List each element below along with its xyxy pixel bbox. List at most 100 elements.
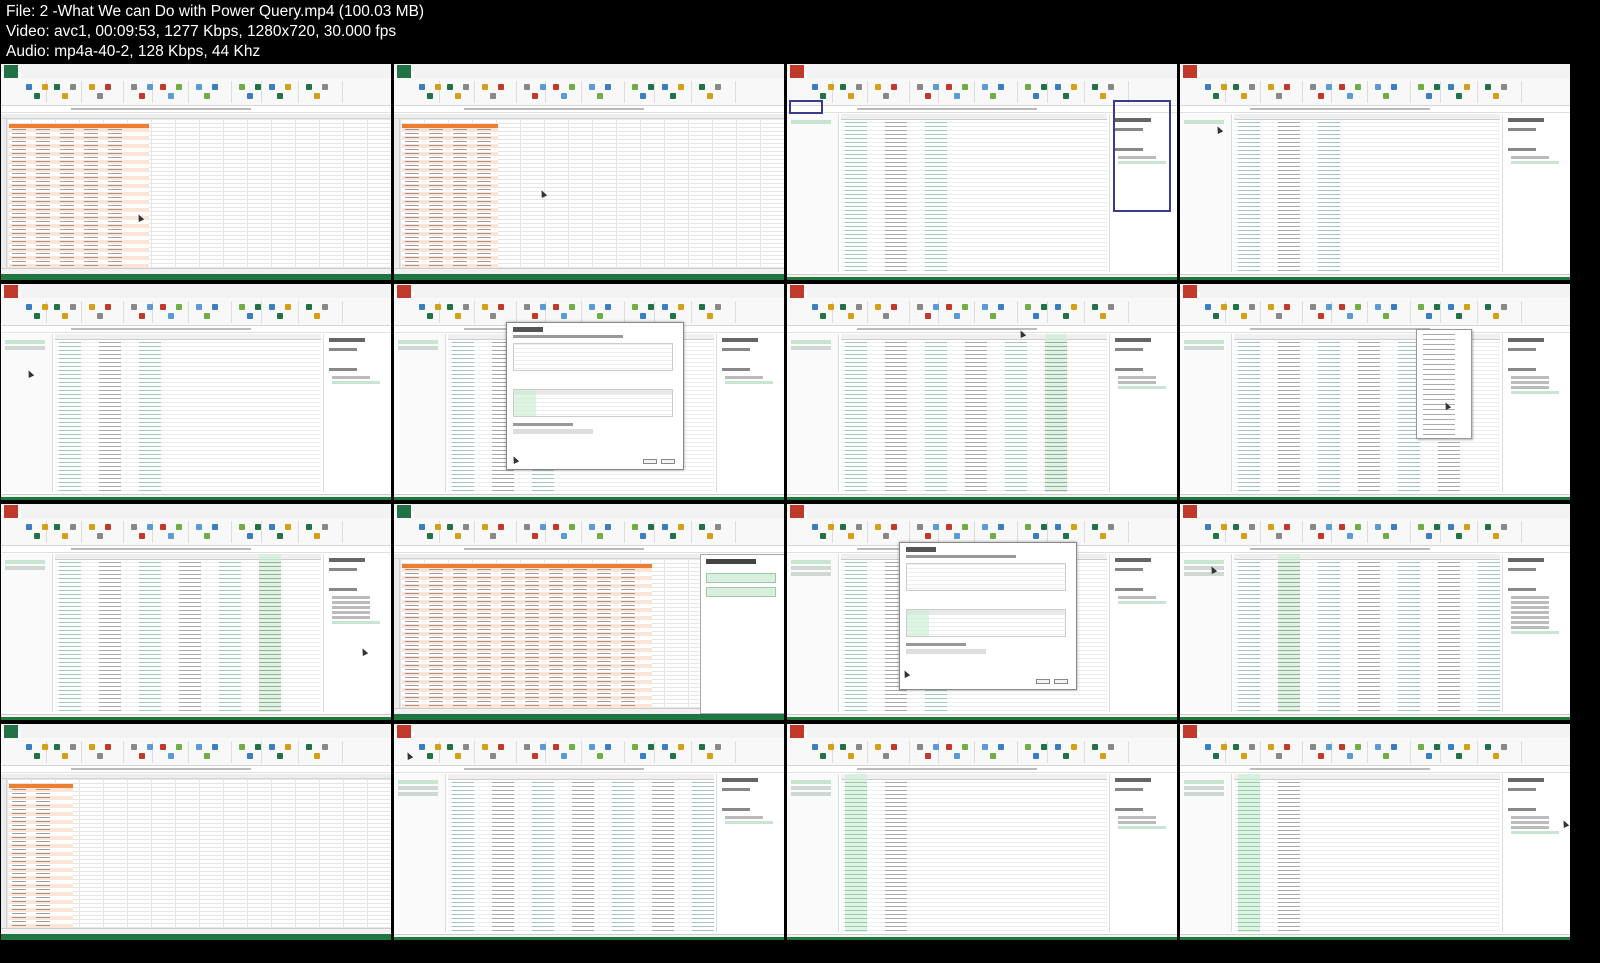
- ribbon-button-icon: [1418, 524, 1424, 530]
- excel-table: [402, 564, 652, 720]
- power-query-logo-icon: [1183, 285, 1197, 299]
- ribbon-group: [550, 81, 582, 103]
- ribbon: [1, 738, 391, 766]
- query-settings-title: [722, 778, 758, 782]
- ribbon-button-icon: [62, 753, 68, 759]
- ribbon-button-icon: [147, 304, 153, 310]
- ribbon-group: [659, 301, 692, 323]
- ribbon-button-icon: [1434, 744, 1440, 750]
- ribbon-group: [1202, 521, 1227, 543]
- query-settings-title: [1115, 558, 1151, 562]
- ribbon-button-icon: [820, 313, 826, 319]
- ribbon-group: [1482, 521, 1522, 543]
- ribbon-group: [128, 521, 153, 543]
- ribbon-group: [521, 741, 546, 763]
- data-column: [1238, 781, 1260, 932]
- ribbon-group: [1022, 521, 1048, 543]
- ribbon-group: [479, 301, 517, 323]
- ribbon-group: [1372, 301, 1411, 323]
- queries-pane: [787, 554, 839, 712]
- data-column: [1005, 341, 1027, 492]
- ribbon-button-icon: [632, 744, 638, 750]
- applied-step: [1511, 821, 1549, 824]
- ribbon-group: [1052, 81, 1085, 103]
- ribbon-button-icon: [447, 304, 453, 310]
- query-item: [398, 780, 438, 784]
- table-column-text: [12, 128, 26, 274]
- ribbon-group: [1307, 81, 1332, 103]
- ribbon-button-icon: [670, 533, 676, 539]
- ribbon-button-icon: [212, 84, 218, 90]
- ribbon-group: [1307, 741, 1332, 763]
- ribbon-button-icon: [648, 744, 654, 750]
- data-column: [452, 341, 474, 492]
- ribbon-button-icon: [1233, 524, 1239, 530]
- data-column: [1318, 341, 1340, 492]
- ribbon-button-icon: [933, 84, 939, 90]
- ribbon-button-icon: [26, 84, 32, 90]
- ribbon-button-icon: [1391, 524, 1397, 530]
- ribbon-group: [303, 301, 343, 323]
- ribbon-button-icon: [670, 313, 676, 319]
- ribbon-button-icon: [1448, 744, 1454, 750]
- ribbon-button-icon: [1221, 744, 1227, 750]
- highlight-box: [789, 100, 823, 114]
- ribbon-button-icon: [463, 524, 469, 530]
- ribbon-button-icon: [62, 533, 68, 539]
- query-item: [5, 560, 45, 564]
- ribbon-button-icon: [715, 84, 721, 90]
- ribbon-button-icon: [1493, 313, 1499, 319]
- ribbon-group: [1415, 741, 1441, 763]
- query-item: [791, 346, 831, 350]
- data-preview-grid: [55, 554, 321, 712]
- ribbon-button-icon: [962, 304, 968, 310]
- table-column-text: [477, 128, 491, 274]
- data-column: [885, 341, 907, 492]
- ribbon-button-icon: [322, 304, 328, 310]
- ribbon-button-icon: [1464, 524, 1470, 530]
- ribbon-button-icon: [597, 313, 603, 319]
- taskbar: [1180, 717, 1570, 720]
- ribbon-button-icon: [97, 753, 103, 759]
- ribbon-button-icon: [707, 753, 713, 759]
- ribbon-button-icon: [1249, 304, 1255, 310]
- ribbon-button-icon: [427, 753, 433, 759]
- applied-step: [332, 381, 380, 384]
- query-item: [1184, 780, 1224, 784]
- column-header-row: [55, 554, 321, 560]
- ribbon-button-icon: [1418, 84, 1424, 90]
- ribbon-group: [1445, 301, 1478, 323]
- query-settings-title: [329, 338, 365, 342]
- data-column: [259, 561, 281, 712]
- ribbon-group: [629, 521, 655, 543]
- ribbon-group: [1202, 81, 1227, 103]
- properties-section: [1508, 128, 1536, 131]
- ribbon-button-icon: [1063, 313, 1069, 319]
- ribbon-button-icon: [1310, 84, 1316, 90]
- queries-pane: [394, 774, 446, 932]
- ribbon-button-icon: [255, 744, 261, 750]
- ribbon-button-icon: [1347, 533, 1353, 539]
- ribbon-button-icon: [482, 524, 488, 530]
- ribbon-button-icon: [670, 753, 676, 759]
- ribbon-button-icon: [597, 93, 603, 99]
- ribbon-button-icon: [105, 304, 111, 310]
- cancel-button: [1054, 679, 1068, 684]
- ribbon-button-icon: [105, 744, 111, 750]
- query-item: [791, 792, 831, 796]
- ribbon-button-icon: [322, 84, 328, 90]
- applied-step: [1118, 381, 1156, 384]
- ribbon-group: [157, 81, 189, 103]
- ribbon-button-icon: [883, 313, 889, 319]
- ribbon-group: [416, 741, 441, 763]
- data-column: [692, 781, 714, 932]
- formula-bar: [787, 326, 1177, 333]
- data-column: [1278, 341, 1300, 492]
- ribbon-button-icon: [933, 524, 939, 530]
- ribbon-group: [550, 741, 582, 763]
- queries-pane: [1180, 554, 1232, 712]
- thumbnail-power-query-editor: [1180, 504, 1572, 722]
- query-item: [1184, 120, 1224, 124]
- ribbon-button-icon: [89, 524, 95, 530]
- ribbon-button-icon: [917, 744, 923, 750]
